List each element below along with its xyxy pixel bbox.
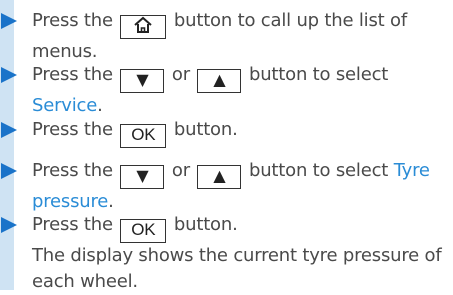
bullet-arrow-icon (1, 67, 17, 83)
step-5: Press the OK button. The display shows t… (1, 212, 447, 295)
down-button: ▼ (120, 165, 165, 189)
bullet-arrow-icon (1, 163, 17, 179)
down-button: ▼ (120, 69, 165, 93)
step-text: button to select (248, 64, 389, 85)
bullet-arrow-icon (1, 122, 17, 138)
step-4: Press the ▼ or ▲ button to select Tyre p… (1, 158, 447, 215)
step-text: . (108, 191, 114, 212)
home-icon (134, 16, 153, 33)
step-1: Press the button to call up the list of … (1, 8, 447, 65)
home-button (120, 15, 167, 39)
step-text: button to select (248, 160, 389, 181)
step-text: or (171, 160, 190, 181)
up-button: ▲ (197, 69, 242, 93)
up-button: ▲ (197, 165, 242, 189)
step-text: Press the (32, 10, 113, 31)
sidebar-bar (0, 0, 14, 290)
step-text: . (97, 95, 103, 116)
ok-button: OK (120, 219, 167, 243)
step-text: Press the (32, 119, 113, 140)
step-text: Press the (32, 160, 113, 181)
step-text: each wheel. (32, 271, 138, 292)
step-2: Press the ▼ or ▲ button to select Servic… (1, 62, 447, 119)
step-text: Press the (32, 214, 113, 235)
bullet-arrow-icon (1, 13, 17, 29)
menu-link-service: Service (32, 95, 98, 116)
step-text: Press the (32, 64, 113, 85)
bullet-arrow-icon (1, 217, 17, 233)
step-text: button. (173, 214, 238, 235)
step-text: The display shows the current tyre press… (32, 245, 442, 266)
step-3: Press the OK button. (1, 117, 447, 148)
step-text: or (171, 64, 190, 85)
menu-link-pressure: pressure (32, 191, 109, 212)
ok-button: OK (120, 124, 167, 148)
step-text: button. (173, 119, 238, 140)
menu-link-tyre: Tyre (393, 160, 430, 181)
